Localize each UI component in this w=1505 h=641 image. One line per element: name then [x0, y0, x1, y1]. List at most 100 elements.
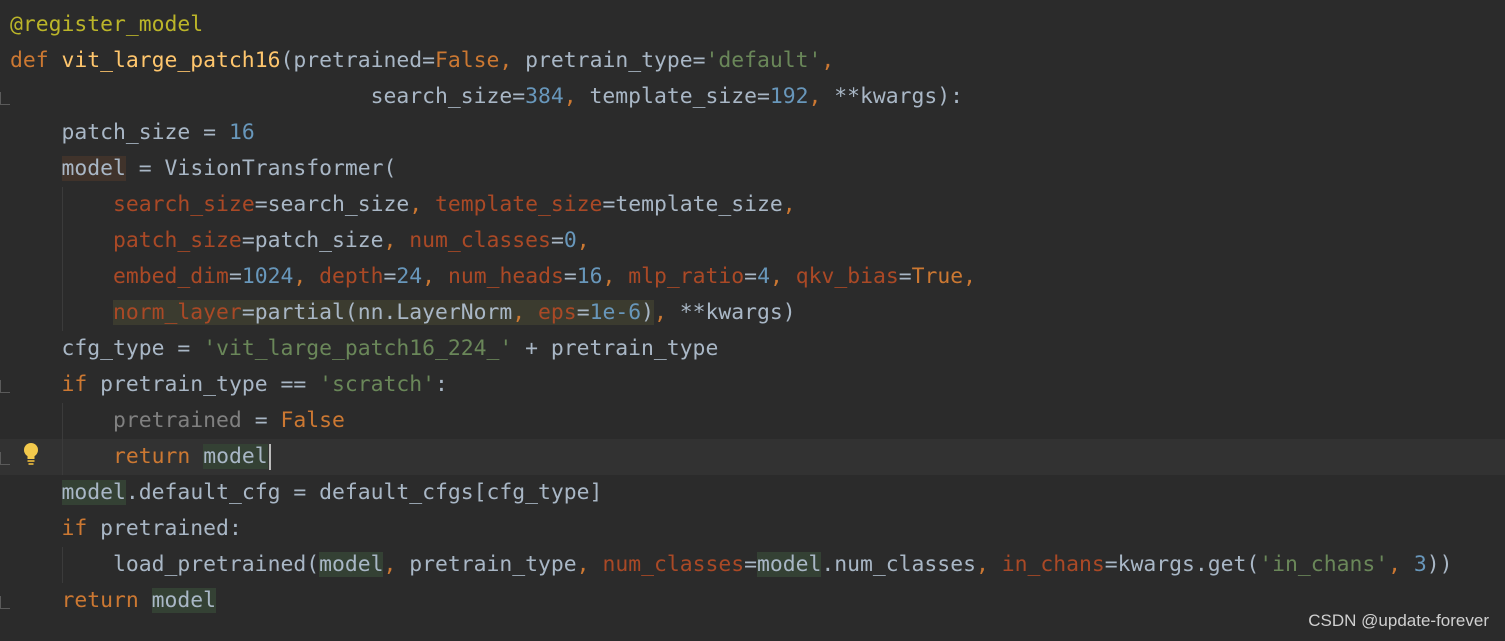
- code-token: =: [898, 264, 912, 289]
- code-token: =: [228, 264, 242, 289]
- code-line[interactable]: patch_size = 16: [10, 115, 255, 151]
- code-token: ,: [383, 552, 410, 577]
- fold-marker-icon[interactable]: [0, 92, 10, 105]
- code-token: 'in_chans': [1259, 552, 1389, 577]
- code-token: embed_dim: [113, 264, 229, 289]
- code-token: load_pretrained(: [10, 552, 320, 577]
- code-line[interactable]: @register_model: [10, 7, 203, 43]
- fold-marker-icon[interactable]: [0, 596, 10, 609]
- code-token: .default_cfg = default_cfgs[cfg_type]: [125, 480, 603, 505]
- code-token: eps: [538, 300, 577, 325]
- code-token: ,: [821, 48, 835, 73]
- code-token: False: [280, 408, 345, 433]
- code-line[interactable]: cfg_type = 'vit_large_patch16_224_' + pr…: [10, 331, 719, 367]
- code-token: num_classes: [602, 552, 745, 577]
- code-token: search_size: [113, 192, 255, 217]
- code-token: ,: [512, 300, 539, 325]
- code-token: model: [61, 156, 126, 181]
- code-token: model: [61, 480, 126, 505]
- code-token: num_heads: [447, 264, 564, 289]
- code-token: def: [10, 48, 62, 73]
- code-token: ,: [975, 552, 1002, 577]
- code-token: ,: [602, 264, 629, 289]
- code-line[interactable]: if pretrain_type == 'scratch':: [10, 367, 448, 403]
- code-token: =template_size: [602, 192, 783, 217]
- code-token: **kwargs):: [834, 84, 964, 109]
- code-token: )): [1426, 552, 1453, 577]
- code-line[interactable]: search_size=384, template_size=192, **kw…: [10, 79, 963, 115]
- code-token: ,: [653, 300, 680, 325]
- code-token: template_size: [435, 192, 603, 217]
- code-token: 'vit_large_patch16_224_': [203, 336, 513, 361]
- code-line[interactable]: def vit_large_patch16(pretrained=False, …: [10, 43, 834, 79]
- code-token: pretrain_type=: [525, 48, 706, 73]
- code-token: ,: [409, 192, 436, 217]
- code-token: =: [744, 264, 758, 289]
- code-token: ,: [383, 228, 410, 253]
- code-line[interactable]: model.default_cfg = default_cfgs[cfg_typ…: [10, 475, 602, 511]
- code-token: =partial(nn.LayerNorm: [241, 300, 513, 325]
- code-token: = VisionTransformer(: [125, 156, 397, 181]
- code-line[interactable]: return model: [10, 439, 271, 475]
- code-token: cfg_type =: [10, 336, 204, 361]
- code-token: if: [61, 516, 101, 541]
- code-token: model: [757, 552, 822, 577]
- code-token: ,: [963, 264, 977, 289]
- code-token: depth: [319, 264, 384, 289]
- code-token: ,: [499, 48, 526, 73]
- code-token: ,: [576, 228, 590, 253]
- code-line[interactable]: load_pretrained(model, pretrain_type, nu…: [10, 547, 1453, 583]
- code-line[interactable]: embed_dim=1024, depth=24, num_heads=16, …: [10, 259, 976, 295]
- code-token: (pretrained=: [280, 48, 435, 73]
- code-token: norm_layer: [113, 300, 242, 325]
- code-line[interactable]: norm_layer=partial(nn.LayerNorm, eps=1e-…: [10, 295, 796, 331]
- code-token: =: [576, 300, 590, 325]
- code-token: 0: [563, 228, 577, 253]
- text-caret: [268, 444, 271, 470]
- code-token: 1e-6: [589, 300, 642, 325]
- code-token: pretrained:: [100, 516, 242, 541]
- code-editor[interactable]: @register_modeldef vit_large_patch16(pre…: [0, 0, 1505, 641]
- code-token: 3: [1413, 552, 1427, 577]
- code-token: 16: [576, 264, 603, 289]
- code-token: ,: [422, 264, 448, 289]
- code-line[interactable]: patch_size=patch_size, num_classes=0,: [10, 223, 590, 259]
- code-token: ,: [782, 192, 796, 217]
- code-token: ,: [576, 552, 603, 577]
- fold-marker-icon[interactable]: [0, 452, 10, 465]
- code-token: return: [61, 588, 152, 613]
- code-token: mlp_ratio: [628, 264, 745, 289]
- code-token: 4: [757, 264, 770, 289]
- code-token: patch_size =: [10, 120, 229, 145]
- code-line[interactable]: if pretrained:: [10, 511, 242, 547]
- code-token: =kwargs.get(: [1104, 552, 1260, 577]
- code-token: 192: [769, 84, 809, 109]
- code-line[interactable]: search_size=search_size, template_size=t…: [10, 187, 796, 223]
- code-line[interactable]: return model: [10, 583, 217, 619]
- code-token: =: [744, 552, 757, 577]
- code-line[interactable]: model = VisionTransformer(: [10, 151, 396, 187]
- fold-marker-icon[interactable]: [0, 380, 10, 393]
- code-token: search_size=: [10, 84, 526, 109]
- code-token: num_classes: [409, 228, 551, 253]
- code-token: =patch_size: [241, 228, 384, 253]
- code-token: ): [641, 300, 654, 325]
- code-token: :: [435, 372, 448, 397]
- code-token: =search_size: [254, 192, 410, 217]
- code-token: + pretrain_type: [512, 336, 719, 361]
- code-token: @register_model: [10, 12, 204, 37]
- code-token: in_chans: [1001, 552, 1105, 577]
- code-token: ,: [293, 264, 320, 289]
- code-token: =: [550, 228, 564, 253]
- code-token: model: [319, 552, 384, 577]
- code-line[interactable]: pretrained = False: [10, 403, 345, 439]
- code-token: template_size=: [589, 84, 770, 109]
